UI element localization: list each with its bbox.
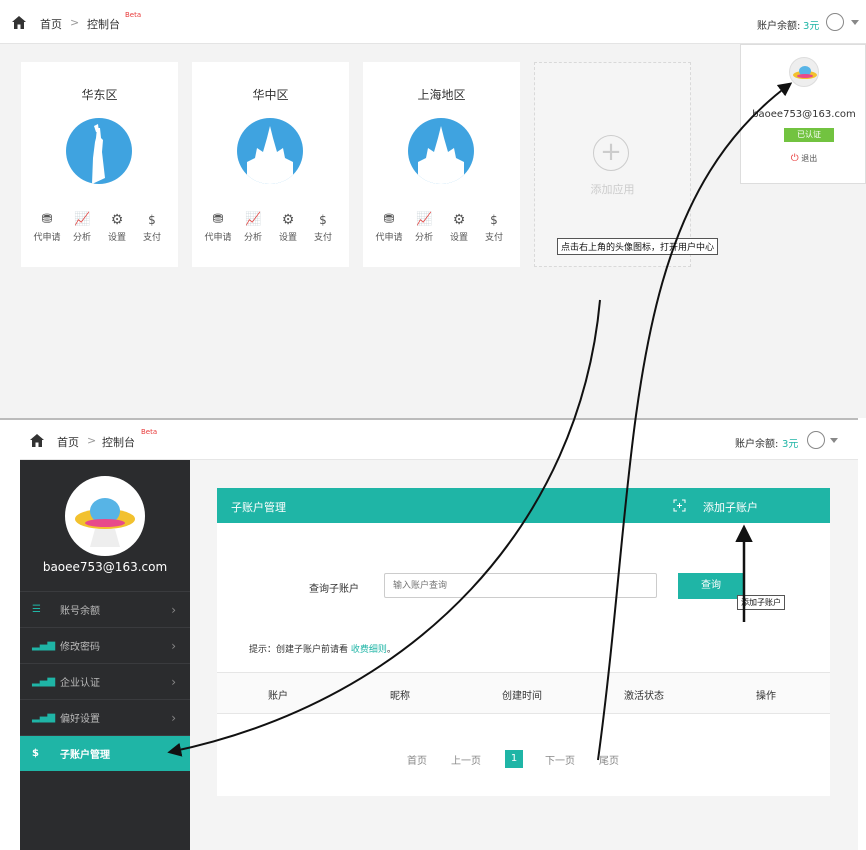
arrow-to-subaccount-menu [167, 299, 601, 757]
annotation-arrows [167, 82, 793, 761]
arrow-to-user-popup [597, 82, 793, 761]
